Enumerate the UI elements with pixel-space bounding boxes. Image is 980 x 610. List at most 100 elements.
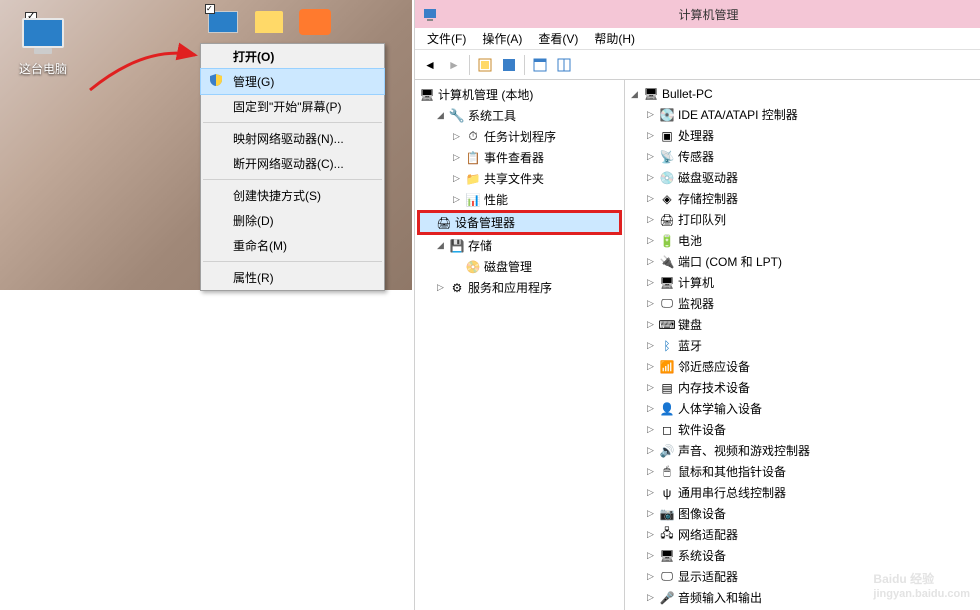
expand-icon[interactable]: ▷ [645,508,656,519]
toolbar-separator [469,55,470,75]
dev-monitor[interactable]: ▷🖵监视器 [643,294,978,313]
dev-bluetooth[interactable]: ▷ᛒ蓝牙 [643,336,978,355]
menu-file[interactable]: 文件(F) [419,28,474,49]
expand-icon[interactable]: ▷ [645,403,656,414]
expand-icon[interactable]: ▷ [645,130,656,141]
sound-icon: 🔊 [659,443,675,459]
cm-manage[interactable]: 管理(G) [200,68,385,95]
tree-sys-tools[interactable]: ◢🔧系统工具 [433,106,622,125]
cm-separator [203,179,382,180]
dev-cpu[interactable]: ▷▣处理器 [643,126,978,145]
taskbar-pc-icon[interactable]: ✓ [200,3,246,41]
expand-icon[interactable]: ▷ [645,424,656,435]
expand-icon[interactable]: ▷ [645,571,656,582]
dev-hid[interactable]: ▷👤人体学输入设备 [643,399,978,418]
dev-disk[interactable]: ▷💿磁盘驱动器 [643,168,978,187]
dev-audio-io[interactable]: ▷🎤音频输入和输出 [643,588,978,607]
dev-sensor[interactable]: ▷📡传感器 [643,147,978,166]
dev-memory[interactable]: ▷▤内存技术设备 [643,378,978,397]
expand-icon[interactable]: ▷ [645,340,656,351]
dev-system[interactable]: ▷🖥系统设备 [643,546,978,565]
expand-icon[interactable]: ▷ [645,109,656,120]
collapse-icon[interactable]: ◢ [435,110,446,121]
menu-help[interactable]: 帮助(H) [586,28,643,49]
dev-print[interactable]: ▷🖨打印队列 [643,210,978,229]
expand-icon[interactable]: ▷ [645,277,656,288]
sensor-icon: 📡 [659,149,675,165]
cm-delete[interactable]: 删除(D) [201,208,384,233]
menu-action[interactable]: 操作(A) [474,28,530,49]
device-root[interactable]: ◢🖥Bullet-PC [627,85,978,103]
expand-icon[interactable]: ▷ [451,173,462,184]
expand-icon[interactable]: ▷ [645,529,656,540]
taskbar-explorer-icon[interactable] [246,3,292,41]
expand-icon[interactable]: ▷ [645,550,656,561]
expand-icon[interactable]: ▷ [645,235,656,246]
perf-icon: 📊 [465,192,481,208]
expand-icon[interactable]: ▷ [645,361,656,372]
dev-ports[interactable]: ▷🔌端口 (COM 和 LPT) [643,252,978,271]
expand-icon[interactable]: ▷ [645,466,656,477]
tree-perf[interactable]: ▷📊性能 [449,190,622,209]
cm-map[interactable]: 映射网络驱动器(N)... [201,126,384,151]
tree-shared[interactable]: ▷📁共享文件夹 [449,169,622,188]
expand-icon[interactable]: ▷ [451,152,462,163]
cm-rename[interactable]: 重命名(M) [201,233,384,258]
expand-icon[interactable]: ▷ [645,487,656,498]
expand-icon[interactable]: ▷ [645,151,656,162]
right-tree-panel[interactable]: ◢🖥Bullet-PC ▷💽IDE ATA/ATAPI 控制器 ▷▣处理器 ▷📡… [625,80,980,610]
expand-icon[interactable]: ▷ [645,193,656,204]
dev-ide[interactable]: ▷💽IDE ATA/ATAPI 控制器 [643,105,978,124]
toolbar-btn-2[interactable] [498,54,520,76]
collapse-icon[interactable]: ◢ [435,240,446,251]
dev-software[interactable]: ▷◻软件设备 [643,420,978,439]
dev-usb[interactable]: ▷ψ通用串行总线控制器 [643,483,978,502]
dev-sound[interactable]: ▷🔊声音、视频和游戏控制器 [643,441,978,460]
this-pc-icon-wrapper[interactable]: 这台电脑 [15,18,71,77]
expand-icon[interactable]: ▷ [645,214,656,225]
cm-open[interactable]: 打开(O) [201,44,384,69]
tree-task-sched[interactable]: ▷⏱任务计划程序 [449,127,622,146]
dev-mouse[interactable]: ▷🖱鼠标和其他指针设备 [643,462,978,481]
dev-proximity[interactable]: ▷📶邻近感应设备 [643,357,978,376]
dev-imaging[interactable]: ▷📷图像设备 [643,504,978,523]
expand-icon[interactable]: ▷ [645,256,656,267]
left-tree-panel[interactable]: 🖥计算机管理 (本地) ◢🔧系统工具 ▷⏱任务计划程序 ▷📋事件查看器 ▷📁共享… [415,80,625,610]
tree-root[interactable]: 🖥计算机管理 (本地) [417,85,622,104]
expand-icon[interactable]: ▷ [645,298,656,309]
menu-view[interactable]: 查看(V) [530,28,586,49]
tree-storage[interactable]: ◢💾存储 [433,236,622,255]
usb-icon: ψ [659,485,675,501]
cm-unmap[interactable]: 断开网络驱动器(C)... [201,151,384,176]
dev-display[interactable]: ▷🖵显示适配器 [643,567,978,586]
expand-icon[interactable]: ▷ [645,319,656,330]
expand-icon[interactable]: ▷ [645,592,656,603]
back-button[interactable]: ◄ [419,54,441,76]
expand-icon[interactable]: ▷ [451,131,462,142]
monitor-icon: 🖵 [659,296,675,312]
dev-battery[interactable]: ▷🔋电池 [643,231,978,250]
toolbar-btn-4[interactable] [553,54,575,76]
dev-computer[interactable]: ▷🖥计算机 [643,273,978,292]
cm-props[interactable]: 属性(R) [201,265,384,290]
collapse-icon[interactable]: ◢ [629,89,640,100]
cm-pin[interactable]: 固定到"开始"屏幕(P) [201,94,384,119]
tree-disk-mgmt[interactable]: 📀磁盘管理 [449,257,622,276]
dev-network[interactable]: ▷🖧网络适配器 [643,525,978,544]
dev-storage-ctrl[interactable]: ▷◈存储控制器 [643,189,978,208]
tree-device-manager[interactable]: 🖨设备管理器 [420,213,619,232]
expand-icon[interactable]: ▷ [645,382,656,393]
tree-event-viewer[interactable]: ▷📋事件查看器 [449,148,622,167]
expand-icon[interactable]: ▷ [645,445,656,456]
toolbar-btn-3[interactable] [529,54,551,76]
tree-services[interactable]: ▷⚙服务和应用程序 [433,278,622,297]
cm-shortcut[interactable]: 创建快捷方式(S) [201,183,384,208]
expand-icon[interactable]: ▷ [451,194,462,205]
expand-icon[interactable]: ▷ [645,172,656,183]
expand-icon[interactable]: ▷ [435,282,446,293]
forward-button[interactable]: ► [443,54,465,76]
taskbar-wifi-icon[interactable] [292,3,338,41]
toolbar-btn-1[interactable] [474,54,496,76]
dev-keyboard[interactable]: ▷⌨键盘 [643,315,978,334]
titlebar[interactable]: 计算机管理 [415,0,980,28]
